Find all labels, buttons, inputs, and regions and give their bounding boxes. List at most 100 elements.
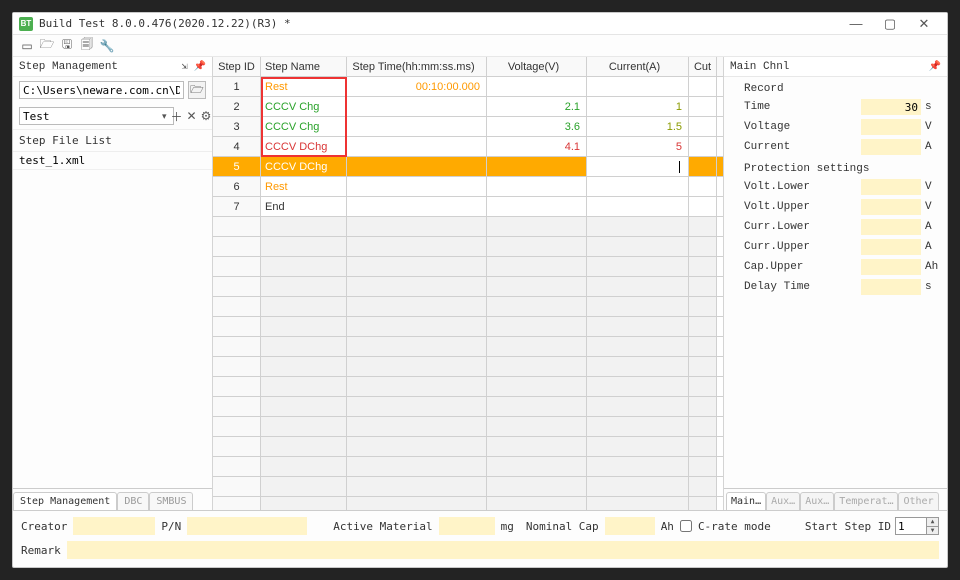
tab-aux1[interactable]: Aux… [766, 492, 800, 510]
tab-step-management[interactable]: Step Management [13, 492, 117, 510]
cell[interactable] [689, 77, 717, 96]
cell[interactable] [261, 317, 347, 336]
header-voltage[interactable]: Voltage(V) [487, 57, 587, 76]
cell[interactable]: 5 [213, 157, 261, 176]
property-input[interactable] [861, 199, 921, 215]
table-row-empty[interactable] [213, 377, 723, 397]
cell[interactable] [587, 177, 689, 196]
cell[interactable]: CCCV Chg [261, 117, 347, 136]
cell[interactable] [689, 457, 717, 476]
cell[interactable] [261, 237, 347, 256]
cell[interactable] [587, 77, 689, 96]
cell[interactable] [213, 417, 261, 436]
property-input[interactable] [861, 279, 921, 295]
cell[interactable] [587, 197, 689, 216]
active-material-input[interactable] [439, 517, 495, 535]
cell[interactable] [261, 217, 347, 236]
cell[interactable] [487, 177, 587, 196]
cell[interactable] [487, 257, 587, 276]
table-row-empty[interactable] [213, 457, 723, 477]
property-input[interactable] [861, 219, 921, 235]
cell[interactable] [689, 277, 717, 296]
cell[interactable] [213, 277, 261, 296]
property-input[interactable] [861, 179, 921, 195]
cell[interactable]: 3 [213, 117, 261, 136]
cell[interactable] [587, 297, 689, 316]
table-row-empty[interactable] [213, 257, 723, 277]
cell[interactable] [487, 457, 587, 476]
file-list-item[interactable]: test_1.xml [13, 152, 212, 170]
cell[interactable] [487, 437, 587, 456]
minimize-button[interactable]: — [839, 15, 873, 33]
property-input[interactable] [861, 259, 921, 275]
save-all-icon[interactable]: 🗐 [79, 38, 95, 54]
cell[interactable] [689, 117, 717, 136]
cell[interactable] [261, 337, 347, 356]
table-row-empty[interactable] [213, 217, 723, 237]
cell[interactable] [689, 477, 717, 496]
cell[interactable] [347, 377, 487, 396]
cell[interactable] [587, 397, 689, 416]
table-row[interactable]: 3CCCV Chg3.61.5 [213, 117, 723, 137]
cell[interactable] [487, 277, 587, 296]
cell[interactable] [347, 497, 487, 510]
cell[interactable] [689, 217, 717, 236]
tab-dbc[interactable]: DBC [117, 492, 149, 510]
cell[interactable] [347, 97, 487, 116]
header-current[interactable]: Current(A) [587, 57, 689, 76]
cell[interactable] [347, 477, 487, 496]
spinner-buttons[interactable]: ▲▼ [926, 518, 938, 534]
start-step-id-input[interactable] [896, 520, 926, 533]
cell[interactable] [261, 377, 347, 396]
cell[interactable] [213, 477, 261, 496]
start-step-id-spinner[interactable]: ▲▼ [895, 517, 939, 535]
cell[interactable] [587, 477, 689, 496]
cell[interactable] [261, 257, 347, 276]
cell[interactable]: Rest [261, 177, 347, 196]
cell[interactable] [347, 197, 487, 216]
cell[interactable] [689, 157, 717, 176]
header-step-name[interactable]: Step Name [261, 57, 347, 76]
table-row-empty[interactable] [213, 497, 723, 510]
tab-aux2[interactable]: Aux… [800, 492, 834, 510]
table-row[interactable]: 4CCCV DChg4.15 [213, 137, 723, 157]
property-input[interactable] [861, 99, 921, 115]
cell[interactable] [347, 397, 487, 416]
pn-input[interactable] [187, 517, 307, 535]
cell[interactable] [347, 257, 487, 276]
cell[interactable] [213, 497, 261, 510]
cell[interactable] [587, 257, 689, 276]
cell[interactable] [587, 157, 689, 176]
cell[interactable] [587, 317, 689, 336]
cell[interactable] [689, 177, 717, 196]
property-input[interactable] [861, 119, 921, 135]
cell[interactable] [487, 397, 587, 416]
save-icon[interactable]: 🖫 [59, 38, 75, 54]
cell[interactable] [587, 277, 689, 296]
remark-input[interactable] [67, 541, 939, 559]
table-row[interactable]: 2CCCV Chg2.11 [213, 97, 723, 117]
path-input[interactable] [19, 81, 184, 99]
table-row-empty[interactable] [213, 237, 723, 257]
header-step-id[interactable]: Step ID [213, 57, 261, 76]
table-row[interactable]: 6Rest [213, 177, 723, 197]
tools-icon[interactable]: 🔧 [99, 38, 115, 54]
table-row-empty[interactable] [213, 297, 723, 317]
cell[interactable] [347, 237, 487, 256]
cell[interactable]: CCCV DChg [261, 157, 347, 176]
cell[interactable] [487, 417, 587, 436]
table-row-empty[interactable] [213, 437, 723, 457]
cell[interactable] [487, 477, 587, 496]
cell[interactable] [213, 257, 261, 276]
cell[interactable] [213, 397, 261, 416]
cell[interactable] [347, 217, 487, 236]
settings-icon[interactable]: ⚙ [201, 108, 212, 124]
cell[interactable] [689, 337, 717, 356]
cell[interactable] [689, 377, 717, 396]
test-name-combo[interactable] [19, 107, 174, 125]
cell[interactable] [213, 377, 261, 396]
cell[interactable] [213, 317, 261, 336]
cell[interactable]: 2 [213, 97, 261, 116]
cell[interactable] [587, 417, 689, 436]
cell[interactable] [689, 137, 717, 156]
